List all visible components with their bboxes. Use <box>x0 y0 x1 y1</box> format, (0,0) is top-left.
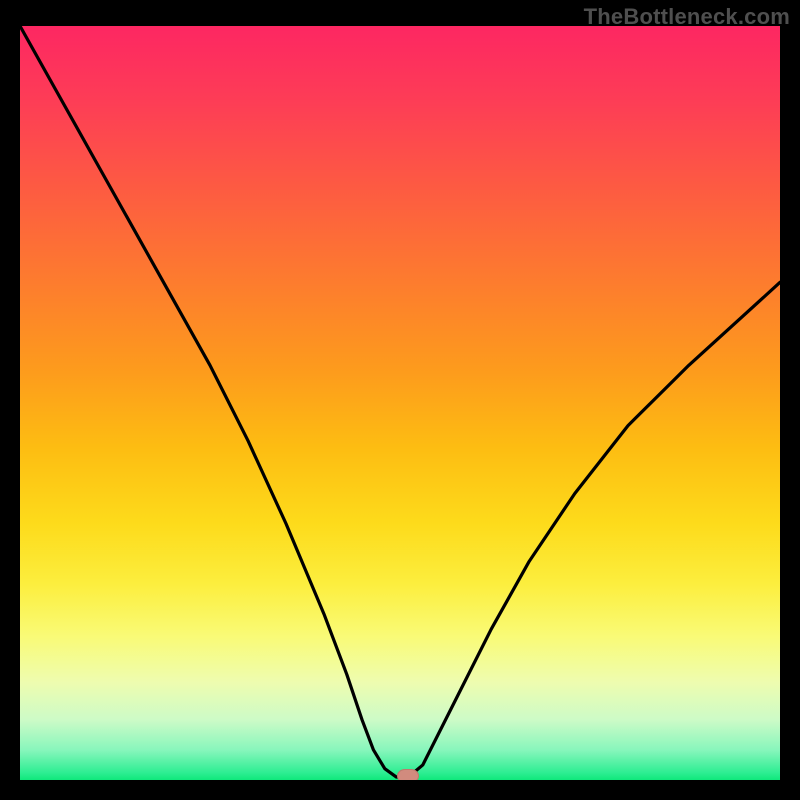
minimum-marker <box>397 769 419 780</box>
watermark-text: TheBottleneck.com <box>584 4 790 30</box>
plot-area <box>20 26 780 780</box>
curve-svg <box>20 26 780 780</box>
chart-frame: TheBottleneck.com <box>0 0 800 800</box>
curve-path <box>20 26 780 778</box>
